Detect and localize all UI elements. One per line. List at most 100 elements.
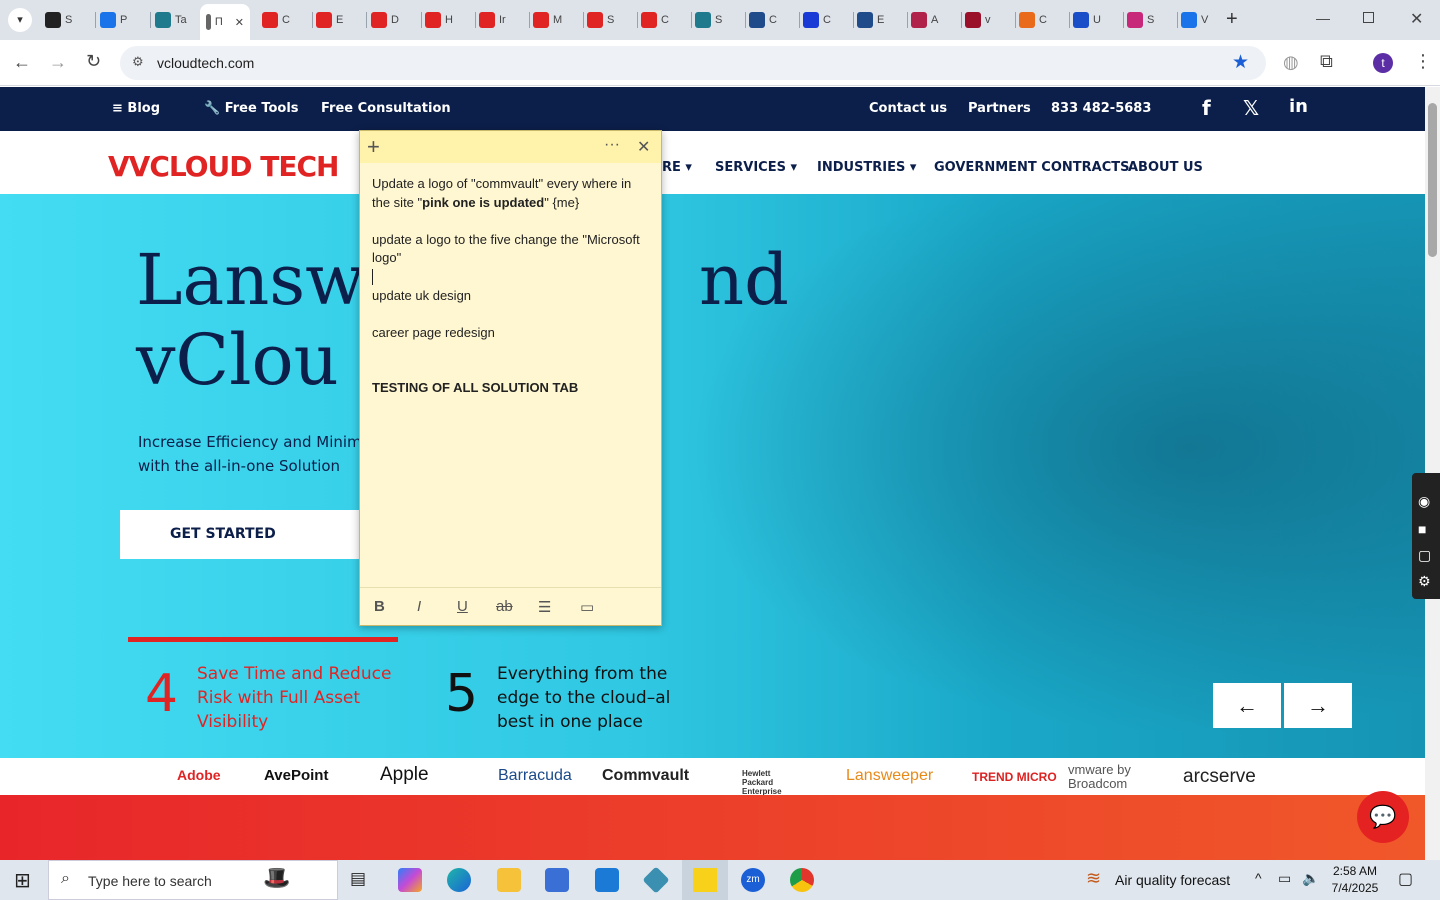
mail-icon[interactable] <box>595 868 619 892</box>
browser-tab[interactable]: S <box>587 6 637 34</box>
image-icon[interactable]: ▭ <box>580 598 594 616</box>
blog-link[interactable]: ≡ Blog <box>112 101 160 116</box>
carousel-prev-button[interactable]: ← <box>1213 683 1281 728</box>
nav-item-about-us[interactable]: ABOUT US <box>1128 160 1203 175</box>
window-icon[interactable]: ▢ <box>1418 547 1431 564</box>
browser-tab[interactable]: D <box>371 6 421 34</box>
partners-link[interactable]: Partners <box>968 101 1031 116</box>
tab-label: D <box>391 14 399 26</box>
notification-icon[interactable]: ▢ <box>1398 869 1413 889</box>
browser-tab[interactable]: Ta <box>155 6 205 34</box>
task-view-icon[interactable]: ▤ <box>350 869 366 889</box>
tab-favicon-icon <box>206 14 211 30</box>
network-icon[interactable]: ▭ <box>1278 870 1291 887</box>
translate-icon[interactable]: ◍ <box>1283 52 1299 73</box>
tab-separator <box>853 12 854 28</box>
scrollbar-thumb[interactable] <box>1428 103 1437 257</box>
chrome-icon[interactable] <box>790 868 814 892</box>
carousel-next-button[interactable]: → <box>1284 683 1352 728</box>
restore-button[interactable] <box>1363 12 1374 23</box>
browser-tab[interactable]: V <box>1181 6 1231 34</box>
profile-avatar[interactable]: t <box>1373 53 1393 73</box>
file-explorer-icon[interactable] <box>497 868 521 892</box>
linkedin-icon[interactable]: in <box>1289 96 1308 117</box>
get-started-button[interactable]: GET STARTED <box>120 510 370 559</box>
taskbar-search[interactable]: ⌕ Type here to search 🎩 <box>48 860 338 900</box>
close-note-icon[interactable]: ✕ <box>637 137 650 157</box>
hero-subtitle: Increase Efficiency and Minim with the al… <box>138 433 362 475</box>
contact-link[interactable]: Contact us <box>869 101 947 116</box>
browser-tab[interactable]: H <box>425 6 475 34</box>
browser-tab[interactable]: M <box>533 6 583 34</box>
sticky-note-window[interactable]: + ··· ✕ Update a logo of "commvault" eve… <box>359 130 662 626</box>
tab-search-button[interactable]: ▾ <box>8 8 32 32</box>
url-text[interactable]: vcloudtech.com <box>157 55 254 71</box>
extensions-icon[interactable]: ⧉ <box>1320 51 1333 72</box>
video-icon[interactable]: ■ <box>1418 521 1426 537</box>
volume-icon[interactable]: 🔈 <box>1302 870 1319 887</box>
close-window-button[interactable]: ✕ <box>1410 9 1423 29</box>
tab-favicon-icon <box>695 12 711 28</box>
minimize-button[interactable]: — <box>1316 10 1330 26</box>
start-icon[interactable]: ⊞ <box>14 868 31 893</box>
sticky-note-text[interactable]: Update a logo of "commvault" every where… <box>372 175 652 398</box>
trendmicro-logo: TREND MICRO <box>972 770 1057 784</box>
browser-tab[interactable]: Ir <box>479 6 529 34</box>
browser-tab[interactable]: C <box>262 6 312 34</box>
browser-tab[interactable]: S <box>695 6 745 34</box>
app-icon[interactable] <box>642 866 670 894</box>
chat-icon[interactable]: 💬 <box>1357 791 1409 843</box>
phone-link[interactable]: 833 482-5683 <box>1051 101 1151 116</box>
free-consultation-link[interactable]: Free Consultation <box>321 101 451 116</box>
hpe-logo: Hewlett Packard Enterprise <box>742 769 782 796</box>
sticky-notes-taskbar-active[interactable] <box>682 860 728 900</box>
bullet-list-icon[interactable]: ☰ <box>538 598 551 616</box>
browser-tab[interactable]: C <box>749 6 799 34</box>
forward-icon[interactable]: → <box>49 52 67 73</box>
browser-tab[interactable]: E <box>316 6 366 34</box>
nav-item-software[interactable]: RE ▾ <box>662 160 692 175</box>
zoom-icon[interactable]: zm <box>741 868 765 892</box>
browser-tab[interactable]: E <box>857 6 907 34</box>
nav-item-services[interactable]: SERVICES ▾ <box>715 160 797 175</box>
underline-button[interactable]: U <box>457 598 468 615</box>
browser-tab[interactable]: U <box>1073 6 1123 34</box>
new-note-icon[interactable]: + <box>367 134 380 160</box>
back-icon[interactable]: ← <box>13 52 31 73</box>
edge-icon[interactable] <box>447 868 471 892</box>
browser-tab[interactable]: v <box>965 6 1015 34</box>
italic-button[interactable]: I <box>417 598 421 615</box>
browser-tab[interactable]: C <box>803 6 853 34</box>
browser-tab[interactable]: S <box>45 6 95 34</box>
copilot-icon[interactable] <box>398 868 422 892</box>
new-tab-button[interactable]: + <box>1226 8 1238 31</box>
nav-item-government-contracts[interactable]: GOVERNMENT CONTRACTS <box>934 160 1129 175</box>
more-options-icon[interactable]: ··· <box>604 136 620 154</box>
settings-icon[interactable]: ⚙ <box>1418 573 1431 590</box>
address-bar[interactable]: ⚙ vcloudtech.com ★ <box>120 46 1266 80</box>
browser-tab[interactable]: S <box>1127 6 1177 34</box>
browser-tab[interactable]: Π ✕ <box>200 4 250 40</box>
free-tools-link[interactable]: 🔧 Free Tools <box>204 101 299 116</box>
site-logo[interactable]: VVCLOUD TECH <box>108 150 339 183</box>
sticky-note-header[interactable]: + ··· ✕ <box>360 131 661 163</box>
camera-icon[interactable]: ◉ <box>1418 493 1430 510</box>
tray-chevron-icon[interactable]: ^ <box>1255 870 1262 886</box>
bookmark-star-icon[interactable]: ★ <box>1232 51 1249 74</box>
browser-tab[interactable]: C <box>641 6 691 34</box>
store-icon[interactable] <box>545 868 569 892</box>
site-info-icon[interactable]: ⚙ <box>132 54 144 70</box>
reload-icon[interactable]: ↻ <box>86 51 101 72</box>
browser-tab[interactable]: A <box>911 6 961 34</box>
bold-button[interactable]: B <box>374 598 385 615</box>
strikethrough-button[interactable]: ab <box>496 598 513 615</box>
menu-icon[interactable]: ⋮ <box>1414 51 1432 72</box>
tab-close-icon[interactable]: ✕ <box>235 16 244 29</box>
weather-text[interactable]: Air quality forecast <box>1115 872 1230 888</box>
x-twitter-icon[interactable]: 𝕏 <box>1243 96 1259 120</box>
clock[interactable]: 2:58 AM 7/4/2025 <box>1325 863 1385 897</box>
facebook-icon[interactable]: f <box>1202 96 1211 120</box>
browser-tab[interactable]: C <box>1019 6 1069 34</box>
browser-tab[interactable]: P <box>100 6 150 34</box>
nav-item-industries[interactable]: INDUSTRIES ▾ <box>817 160 916 175</box>
